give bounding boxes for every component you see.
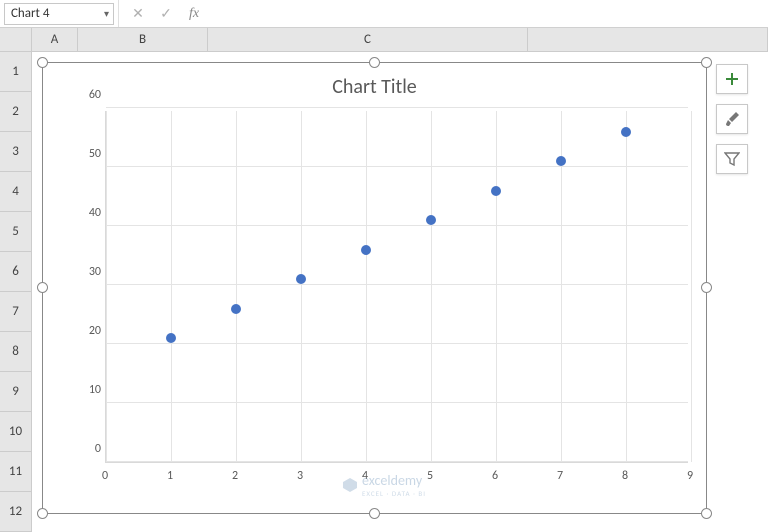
name-box-dropdown-icon[interactable]: ▾	[104, 7, 109, 20]
resize-handle-tm[interactable]	[369, 57, 380, 68]
gridline-v	[431, 111, 432, 462]
select-all-corner[interactable]	[0, 28, 32, 52]
plot-area[interactable]	[105, 111, 688, 463]
plus-icon	[724, 71, 740, 87]
worksheet-grid: ABC 123456789101112 Chart Title 01020304…	[0, 28, 768, 532]
x-tick-label: 4	[362, 469, 368, 489]
resize-handle-ml[interactable]	[37, 282, 48, 293]
gridline-v	[626, 111, 627, 462]
resize-handle-mr[interactable]	[701, 282, 712, 293]
formula-bar: Chart 4 ▾ ✕ ✓ fx	[0, 0, 768, 28]
row-header[interactable]: 1	[0, 52, 31, 92]
row-header[interactable]: 10	[0, 412, 31, 452]
gridline-h	[106, 284, 688, 285]
filter-icon	[724, 151, 740, 167]
x-tick-label: 6	[492, 469, 498, 489]
gridline-v	[106, 111, 107, 462]
brush-icon	[724, 111, 740, 127]
cancel-button: ✕	[124, 0, 152, 27]
y-tick-label: 20	[71, 324, 101, 338]
row-header[interactable]: 3	[0, 132, 31, 172]
plot-wrap: 01020304050600123456789	[71, 111, 688, 489]
chart-object[interactable]: Chart Title 0 10 20 30 40 50 60 0 1 2 3 4 5 6 7 8 9	[42, 62, 707, 514]
chart-side-buttons	[716, 64, 748, 174]
y-tick-label: 0	[71, 442, 101, 456]
fx-label: fx	[189, 6, 199, 22]
row-header[interactable]: 2	[0, 92, 31, 132]
row-header[interactable]: 5	[0, 212, 31, 252]
x-tick-label: 3	[297, 469, 303, 489]
data-point[interactable]	[296, 274, 306, 284]
row-headers: 123456789101112	[0, 52, 32, 532]
row-header[interactable]: 8	[0, 332, 31, 372]
gridline-v	[171, 111, 172, 462]
data-point[interactable]	[491, 186, 501, 196]
gridline-h	[106, 402, 688, 403]
data-point[interactable]	[621, 127, 631, 137]
row-header[interactable]: 12	[0, 492, 31, 532]
gridline-h	[106, 461, 688, 462]
x-tick-label: 9	[687, 469, 693, 489]
gridline-v	[236, 111, 237, 462]
x-tick-label: 2	[232, 469, 238, 489]
enter-icon: ✓	[160, 5, 172, 22]
resize-handle-bm[interactable]	[369, 508, 380, 519]
y-tick-label: 60	[71, 88, 101, 102]
data-point[interactable]	[231, 304, 241, 314]
row-header[interactable]: 7	[0, 292, 31, 332]
column-headers: ABC	[32, 28, 768, 52]
column-header[interactable]: A	[32, 28, 78, 51]
resize-handle-tl[interactable]	[37, 57, 48, 68]
row-header[interactable]: 4	[0, 172, 31, 212]
chart-elements-button[interactable]	[716, 64, 748, 94]
gridline-h	[106, 343, 688, 344]
name-box[interactable]: Chart 4 ▾	[4, 3, 114, 25]
x-tick-label: 7	[557, 469, 563, 489]
data-point[interactable]	[361, 245, 371, 255]
column-header[interactable]: C	[208, 28, 528, 51]
formula-input[interactable]	[208, 3, 768, 25]
chart-title[interactable]: Chart Title	[43, 63, 706, 105]
gridline-v	[366, 111, 367, 462]
resize-handle-tr[interactable]	[701, 57, 712, 68]
enter-button: ✓	[152, 0, 180, 27]
data-point[interactable]	[166, 333, 176, 343]
column-header[interactable]: B	[78, 28, 208, 51]
row-header[interactable]: 6	[0, 252, 31, 292]
y-tick-label: 40	[71, 206, 101, 220]
x-tick-label: 8	[622, 469, 628, 489]
fx-button[interactable]: fx	[180, 0, 208, 27]
gridline-h	[106, 166, 688, 167]
x-tick-label: 5	[427, 469, 433, 489]
x-tick-label: 0	[102, 469, 108, 489]
row-header[interactable]: 9	[0, 372, 31, 412]
y-tick-label: 50	[71, 147, 101, 161]
gridline-v	[496, 111, 497, 462]
resize-handle-br[interactable]	[701, 508, 712, 519]
gridline-h	[106, 107, 688, 108]
gridline-h	[106, 225, 688, 226]
y-tick-label: 10	[71, 383, 101, 397]
resize-handle-bl[interactable]	[37, 508, 48, 519]
gridline-v	[301, 111, 302, 462]
gridline-v	[691, 111, 692, 462]
data-point[interactable]	[556, 156, 566, 166]
name-box-value: Chart 4	[11, 6, 49, 21]
column-header[interactable]	[528, 28, 768, 51]
cancel-icon: ✕	[132, 5, 144, 22]
data-point[interactable]	[426, 215, 436, 225]
row-header[interactable]: 11	[0, 452, 31, 492]
y-tick-label: 30	[71, 265, 101, 279]
chart-styles-button[interactable]	[716, 104, 748, 134]
chart-filter-button[interactable]	[716, 144, 748, 174]
x-tick-label: 1	[167, 469, 173, 489]
